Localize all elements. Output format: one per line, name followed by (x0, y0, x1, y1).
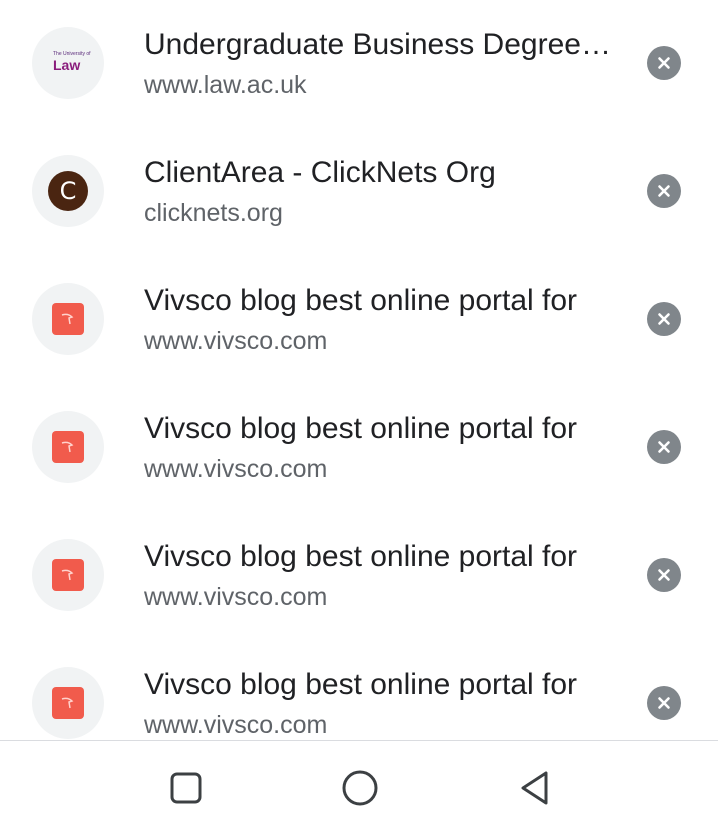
history-item-title: Undergraduate Business Degrees | The Uni… (144, 28, 614, 61)
law-logo-big-text: Law (53, 57, 81, 73)
history-item-vivsco[interactable]: Vivsco blog best online portal for www.v… (0, 384, 718, 512)
vivsco-logo (52, 431, 84, 463)
remove-history-item-button[interactable] (647, 46, 681, 80)
favicon-university-of-law: The University of Law (32, 27, 104, 99)
remove-history-item-button[interactable] (647, 558, 681, 592)
system-navigation-bar (0, 741, 718, 835)
home-button[interactable] (335, 766, 385, 810)
history-item-law[interactable]: The University of Law Undergraduate Busi… (0, 0, 718, 128)
history-item-title: Vivsco blog best online portal for (144, 668, 578, 701)
favicon-vivsco (32, 667, 104, 739)
history-item-vivsco[interactable]: Vivsco blog best online portal for www.v… (0, 512, 718, 640)
close-icon (658, 185, 670, 197)
vivsco-logo (52, 559, 84, 591)
history-item-url: clicknets.org (144, 199, 283, 227)
history-item-url: www.law.ac.uk (144, 71, 307, 99)
remove-history-item-button[interactable] (647, 430, 681, 464)
history-item-url: www.vivsco.com (144, 711, 328, 739)
close-icon (658, 57, 670, 69)
close-icon (658, 313, 670, 325)
university-of-law-logo: The University of Law (53, 52, 91, 74)
recents-button[interactable] (161, 766, 211, 810)
close-icon (658, 441, 670, 453)
favicon-clicknets: C (32, 155, 104, 227)
recents-square-icon (170, 772, 202, 804)
favicon-vivsco (32, 539, 104, 611)
history-list: The University of Law Undergraduate Busi… (0, 0, 718, 740)
history-item-url: www.vivsco.com (144, 583, 328, 611)
history-item-vivsco[interactable]: Vivsco blog best online portal for www.v… (0, 640, 718, 740)
favicon-vivsco (32, 283, 104, 355)
back-triangle-icon (521, 771, 548, 805)
letter-avatar: C (48, 171, 88, 211)
history-item-title: Vivsco blog best online portal for (144, 412, 578, 445)
history-item-url: www.vivsco.com (144, 455, 328, 483)
close-icon (658, 697, 670, 709)
favicon-vivsco (32, 411, 104, 483)
back-button[interactable] (510, 766, 560, 810)
history-item-vivsco[interactable]: Vivsco blog best online portal for www.v… (0, 256, 718, 384)
vivsco-logo (52, 303, 84, 335)
remove-history-item-button[interactable] (647, 686, 681, 720)
remove-history-item-button[interactable] (647, 174, 681, 208)
home-circle-icon (342, 770, 378, 806)
remove-history-item-button[interactable] (647, 302, 681, 336)
vivsco-logo (52, 687, 84, 719)
history-item-title: ClientArea - ClickNets Org (144, 156, 496, 189)
history-item-title: Vivsco blog best online portal for (144, 284, 578, 317)
close-icon (658, 569, 670, 581)
history-item-clicknets[interactable]: C ClientArea - ClickNets Org clicknets.o… (0, 128, 718, 256)
history-item-title: Vivsco blog best online portal for (144, 540, 578, 573)
history-item-url: www.vivsco.com (144, 327, 328, 355)
